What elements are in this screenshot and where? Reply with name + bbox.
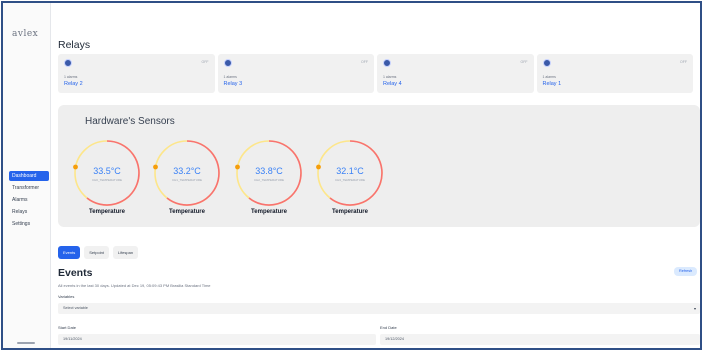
relay-alarms: 1 alarms bbox=[64, 75, 78, 79]
tab-bar: Events Setpoint Lifespan bbox=[58, 246, 139, 259]
relay-icon bbox=[223, 59, 232, 67]
relay-cards: OFF 1 alarms Relay 2 OFF 1 alarms Relay … bbox=[58, 54, 693, 93]
sensor-value: 33.2°C bbox=[173, 166, 201, 176]
sensor-code: CH1_TEMPERATURE bbox=[171, 178, 203, 182]
relays-title: Relays bbox=[58, 39, 91, 51]
relay-card[interactable]: OFF 1 alarms Relay 1 bbox=[536, 54, 693, 93]
sensor-code: CH0_TEMPERATURE bbox=[91, 178, 123, 182]
sidebar-item-transformer[interactable]: Transformer bbox=[9, 183, 49, 193]
refresh-button[interactable]: Refresh bbox=[674, 267, 698, 276]
app-window: avlex Dashboard Transformer Alarms Relay… bbox=[1, 1, 702, 350]
events-description: All events in the last 30 days. Updated … bbox=[58, 283, 211, 288]
relay-name[interactable]: Relay 2 bbox=[64, 81, 83, 87]
tab-lifespan[interactable]: Lifespan bbox=[112, 246, 139, 259]
relay-status: OFF bbox=[361, 60, 368, 64]
sensors-title: Hardware's Sensors bbox=[85, 116, 175, 127]
sensor-value: 32.1°C bbox=[336, 166, 364, 176]
end-date-field[interactable]: 19/12/2024 bbox=[380, 334, 700, 345]
relay-name[interactable]: Relay 3 bbox=[224, 81, 243, 87]
sensor-label: Temperature bbox=[251, 209, 287, 215]
events-title: Events bbox=[58, 267, 93, 279]
sensors-panel: Hardware's Sensors 33.5°C CH0_TEMPERATUR… bbox=[58, 105, 700, 227]
sidebar-item-dashboard[interactable]: Dashboard bbox=[9, 171, 49, 181]
relay-icon bbox=[542, 59, 551, 67]
relay-icon bbox=[64, 59, 72, 67]
sidebar-footer bbox=[17, 342, 35, 344]
sensor-gauge: 32.1°C CH3_TEMPERATURE Temperature bbox=[314, 137, 386, 223]
variable-select-value: Select variable bbox=[63, 306, 88, 310]
sidebar-item-settings[interactable]: Settings bbox=[9, 219, 49, 229]
relay-card[interactable]: OFF 1 alarms Relay 4 bbox=[377, 54, 534, 93]
variables-label: Variables bbox=[58, 294, 75, 299]
relay-status: OFF bbox=[680, 60, 687, 64]
relay-name[interactable]: Relay 4 bbox=[383, 81, 402, 87]
logo: avlex bbox=[12, 29, 39, 39]
sidebar: avlex Dashboard Transformer Alarms Relay… bbox=[3, 3, 51, 348]
sensor-gauge: 33.8°C CH2_TEMPERATURE Temperature bbox=[233, 137, 305, 223]
relay-name[interactable]: Relay 1 bbox=[543, 81, 562, 87]
relay-alarms: 1 alarms bbox=[383, 75, 397, 79]
relay-alarms: 1 alarms bbox=[542, 75, 556, 79]
relay-card[interactable]: OFF 1 alarms Relay 3 bbox=[217, 54, 374, 93]
sensor-label: Temperature bbox=[169, 209, 205, 215]
variable-select[interactable]: Select variable ▾ bbox=[58, 303, 700, 314]
sensor-gauge: 33.5°C CH0_TEMPERATURE Temperature bbox=[71, 137, 143, 223]
sensor-value: 33.8°C bbox=[255, 166, 283, 176]
end-date-label: End Date bbox=[380, 325, 397, 330]
start-date-label: Start Date bbox=[58, 325, 77, 330]
sensor-label: Temperature bbox=[89, 209, 125, 215]
sensor-gauge: 33.2°C CH1_TEMPERATURE Temperature bbox=[151, 137, 223, 223]
sensor-code: CH2_TEMPERATURE bbox=[253, 178, 285, 182]
relay-alarms: 1 alarms bbox=[223, 75, 237, 79]
sensor-value: 33.5°C bbox=[93, 166, 121, 176]
sensor-code: CH3_TEMPERATURE bbox=[334, 178, 366, 182]
main-content: Relays OFF 1 alarms Relay 2 OFF 1 alarms… bbox=[51, 3, 700, 348]
sensor-label: Temperature bbox=[332, 209, 368, 215]
relay-status: OFF bbox=[520, 60, 528, 64]
relay-status: OFF bbox=[201, 60, 209, 64]
sidebar-nav: Dashboard Transformer Alarms Relays Sett… bbox=[9, 171, 49, 231]
tab-setpoint[interactable]: Setpoint bbox=[84, 246, 109, 259]
sidebar-item-alarms[interactable]: Alarms bbox=[9, 195, 49, 205]
relay-icon bbox=[383, 59, 391, 67]
start-date-field[interactable]: 19/11/2024 bbox=[58, 334, 376, 345]
chevron-down-icon: ▾ bbox=[693, 306, 696, 311]
relay-card[interactable]: OFF 1 alarms Relay 2 bbox=[58, 54, 215, 93]
sidebar-item-relays[interactable]: Relays bbox=[9, 207, 49, 217]
tab-events[interactable]: Events bbox=[58, 246, 81, 259]
